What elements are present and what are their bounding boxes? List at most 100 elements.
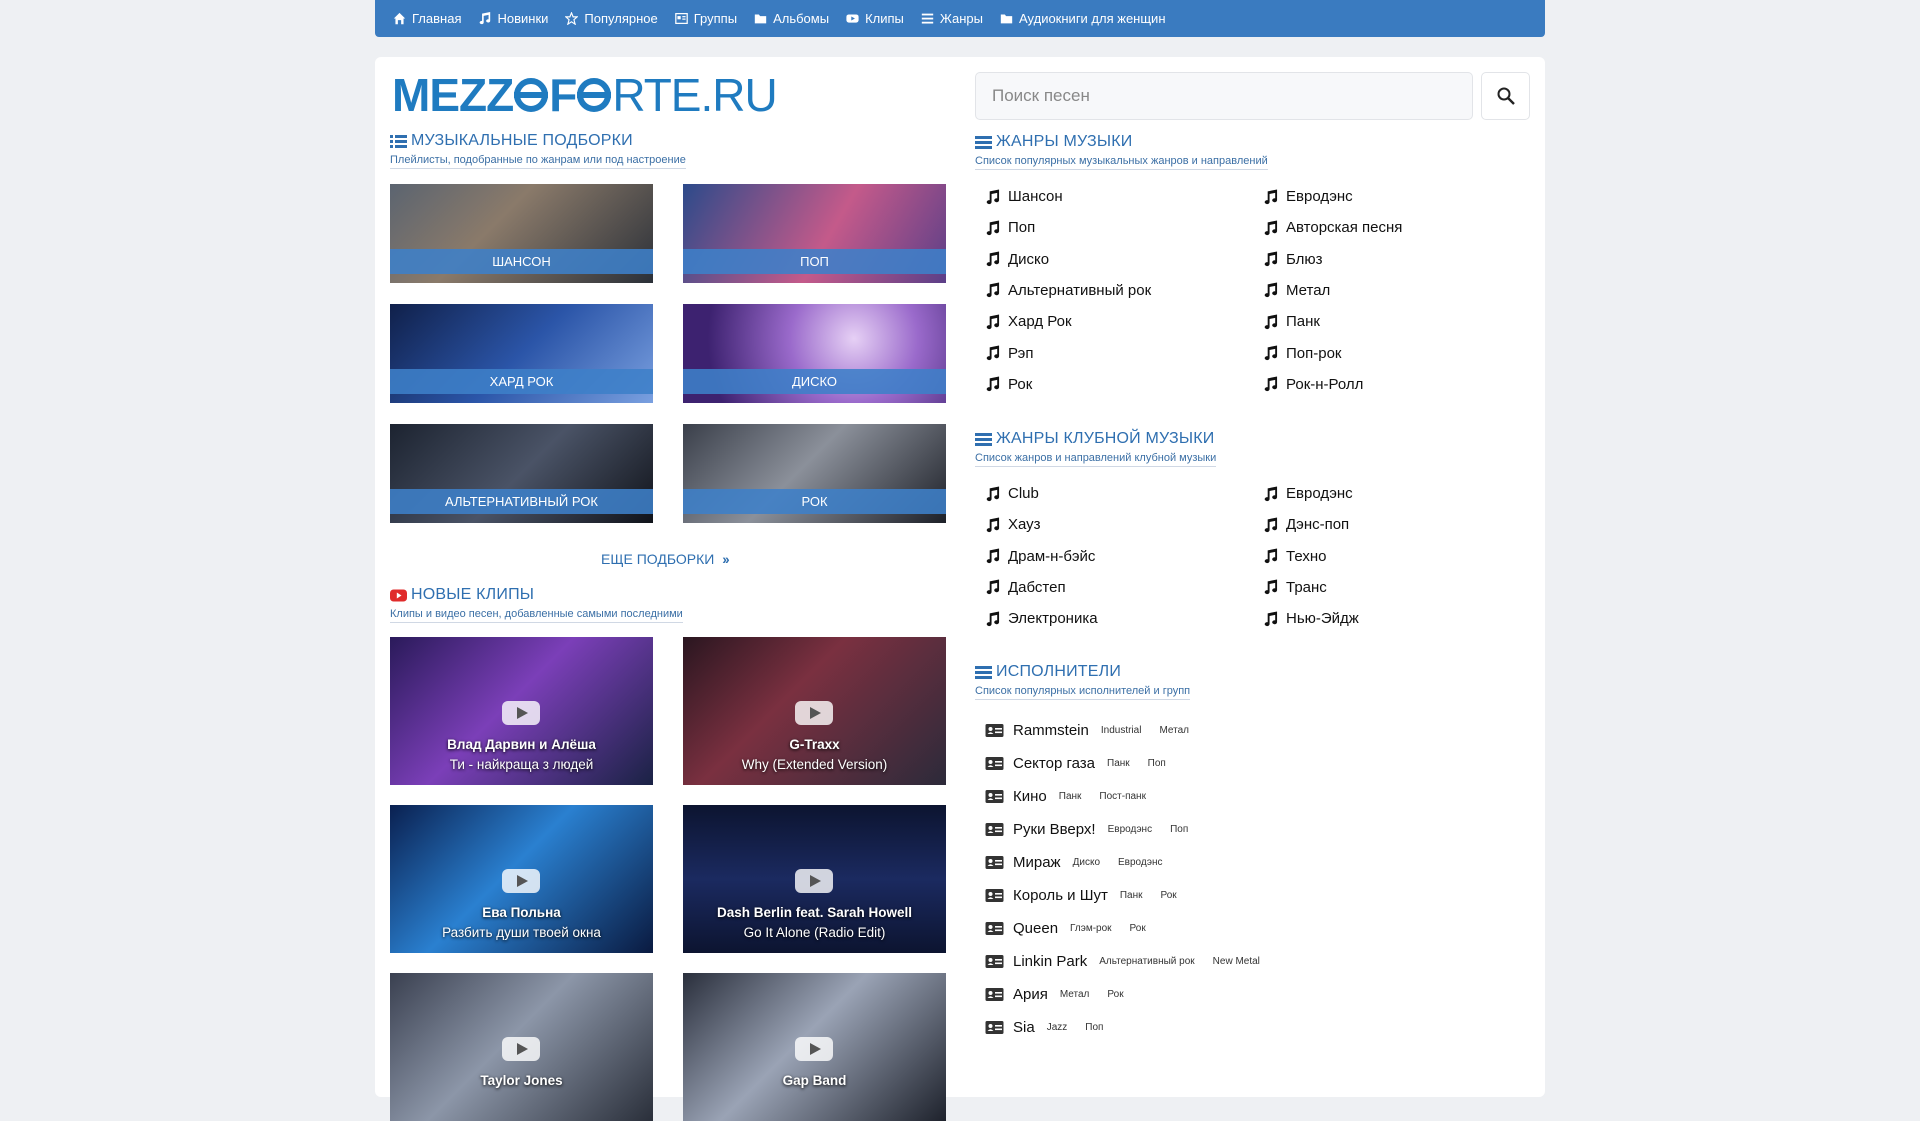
artist-row[interactable]: Сектор газа Панк Поп	[985, 752, 1184, 774]
club-genre-item[interactable]: Техно	[1263, 548, 1326, 565]
collection-tile-rock[interactable]: Рок	[683, 424, 946, 523]
genre-item[interactable]: Рок	[985, 376, 1032, 393]
collection-tile-chanson[interactable]: Шансон	[390, 184, 653, 283]
artist-genre-tag[interactable]: Рок	[1107, 989, 1123, 1000]
artist-genre-tag[interactable]: Jazz	[1047, 1022, 1068, 1033]
folder-icon	[754, 14, 767, 24]
clip-card[interactable]: Влад Дарвин и Алёша Ти - найкраща з люде…	[390, 637, 653, 785]
artist-genre-tag[interactable]: New Metal	[1213, 956, 1260, 967]
artist-genre-tag[interactable]: Евродэнс	[1108, 824, 1152, 835]
artist-row[interactable]: Ария Метал Рок	[985, 983, 1142, 1005]
genre-item[interactable]: Панк	[1263, 313, 1320, 330]
menu-icon	[975, 432, 992, 446]
genre-item[interactable]: Рэп	[985, 345, 1033, 362]
artist-genre-tag[interactable]: Поп	[1148, 758, 1166, 769]
artist-row[interactable]: Sia Jazz Поп	[985, 1016, 1121, 1038]
artist-genre-tag[interactable]: Рок	[1130, 923, 1146, 934]
clip-card[interactable]: Gap Band	[683, 973, 946, 1121]
club-genre-item[interactable]: Дэнс-поп	[1263, 516, 1349, 533]
clip-card[interactable]: Ева Польна Разбить души твоей окна	[390, 805, 653, 953]
artist-genre-tag[interactable]: Евродэнс	[1118, 857, 1162, 868]
nav-item-genres[interactable]: Жанры	[921, 11, 983, 26]
search-button[interactable]	[1481, 72, 1530, 120]
collection-tile-pop[interactable]: Поп	[683, 184, 946, 283]
more-collections-link[interactable]: ЕЩЕ ПОДБОРКИ ››	[601, 551, 730, 567]
genre-label: Панк	[1286, 313, 1320, 331]
genre-item[interactable]: Поп-рок	[1263, 345, 1342, 362]
genre-item[interactable]: Рок-н-Ролл	[1263, 376, 1363, 393]
menu-icon	[975, 665, 992, 679]
section-title-text: Музыкальные подборки	[411, 132, 633, 149]
artist-row[interactable]: Кино Панк Пост-панк	[985, 785, 1164, 807]
clip-artist: Ева Польна	[482, 905, 561, 920]
collection-tile-alt-rock[interactable]: Альтернативный рок	[390, 424, 653, 523]
clip-card[interactable]: Dash Berlin feat. Sarah Howell Go It Alo…	[683, 805, 946, 953]
artist-genre-tag[interactable]: Глэм-рок	[1070, 923, 1112, 934]
club-genres-title: Жанры клубной музыки	[975, 430, 1215, 448]
artist-genre-tag[interactable]: Поп	[1170, 824, 1188, 835]
artist-genre-tag[interactable]: Панк	[1120, 890, 1143, 901]
artist-genre-tag[interactable]: Рок	[1161, 890, 1177, 901]
nav-label: Альбомы	[773, 11, 830, 26]
club-genre-item[interactable]: Дабстеп	[985, 579, 1066, 596]
genre-label: Club	[1008, 485, 1039, 502]
artist-genre-tag[interactable]: Industrial	[1101, 725, 1142, 736]
clip-card[interactable]: G-Traxx Why (Extended Version)	[683, 637, 946, 785]
clip-card[interactable]: Taylor Jones	[390, 973, 653, 1121]
club-genre-item[interactable]: Электроника	[985, 610, 1098, 627]
artist-genre-tag[interactable]: Пост-панк	[1099, 791, 1146, 802]
artist-genre-tag[interactable]: Альтернативный рок	[1099, 956, 1194, 967]
artist-row[interactable]: Мираж Диско Евродэнс	[985, 851, 1180, 873]
club-genre-item[interactable]: Нью-Эйдж	[1263, 610, 1359, 627]
artist-genre-tag[interactable]: Диско	[1073, 857, 1100, 868]
clip-artist: Влад Дарвин и Алёша	[447, 737, 596, 752]
genre-item[interactable]: Шансон	[985, 188, 1063, 205]
genre-label: Альтернативный рок	[1008, 281, 1152, 299]
genre-item[interactable]: Диско	[985, 251, 1049, 268]
clip-song: Go It Alone (Radio Edit)	[743, 925, 886, 940]
artist-row[interactable]: Король и Шут Панк Рок	[985, 884, 1195, 906]
music-note-icon	[1264, 345, 1278, 361]
music-note-icon	[986, 251, 1000, 267]
artist-genre-tag[interactable]: Поп	[1085, 1022, 1103, 1033]
genre-item[interactable]: Хард Рок	[985, 313, 1072, 330]
artist-row[interactable]: Руки Вверх! Евродэнс Поп	[985, 818, 1206, 840]
club-genre-item[interactable]: Хауз	[985, 516, 1041, 533]
club-genre-item[interactable]: Транс	[1263, 579, 1327, 596]
nav-item-audiobooks[interactable]: Аудиокниги для женщин	[1000, 11, 1166, 26]
site-logo[interactable]: MEZZ F RTE.RU	[392, 69, 778, 121]
nav-item-popular[interactable]: Популярное	[565, 11, 658, 26]
club-genre-item[interactable]: Драм-н-бэйс	[985, 548, 1095, 565]
search-input[interactable]: Поиск песен	[975, 72, 1473, 120]
section-title-text: Исполнители	[996, 663, 1122, 680]
artist-row[interactable]: Queen Глэм-рок Рок	[985, 917, 1164, 939]
genre-label: Диско	[1008, 250, 1050, 268]
nav-item-albums[interactable]: Альбомы	[754, 11, 829, 26]
nav-item-clips[interactable]: Клипы	[846, 11, 904, 26]
genre-item[interactable]: Блюз	[1263, 251, 1323, 268]
id-card-icon	[985, 723, 1004, 737]
music-note-icon	[986, 517, 1000, 532]
nav-item-new[interactable]: Новинки	[478, 11, 548, 26]
artist-name: Ария	[1013, 985, 1048, 1003]
nav-item-home[interactable]: Главная	[393, 11, 461, 26]
artist-genre-tag[interactable]: Панк	[1107, 758, 1130, 769]
music-note-icon	[1264, 376, 1278, 392]
genre-item[interactable]: Альтернативный рок	[985, 282, 1151, 299]
artist-genre-tag[interactable]: Метал	[1159, 725, 1189, 736]
artist-row[interactable]: Linkin Park Альтернативный рок New Metal	[985, 950, 1278, 972]
genre-item[interactable]: Метал	[1263, 282, 1330, 299]
artist-genre-tag[interactable]: Панк	[1059, 791, 1082, 802]
music-note-icon	[1264, 517, 1278, 532]
club-genre-item[interactable]: Евродэнс	[1263, 485, 1353, 502]
genre-item[interactable]: Поп	[985, 219, 1035, 236]
artist-genre-tag[interactable]: Метал	[1060, 989, 1090, 1000]
genre-item[interactable]: Авторская песня	[1263, 219, 1402, 236]
nav-item-groups[interactable]: Группы	[674, 11, 737, 26]
collection-tile-disco[interactable]: Диско	[683, 304, 946, 403]
artist-row[interactable]: Rammstein Industrial Метал	[985, 719, 1207, 741]
artist-name: Руки Вверх!	[1013, 820, 1096, 838]
collection-tile-hard-rock[interactable]: Хард Рок	[390, 304, 653, 403]
genre-item[interactable]: Евродэнс	[1263, 188, 1353, 205]
club-genre-item[interactable]: Club	[985, 485, 1039, 502]
